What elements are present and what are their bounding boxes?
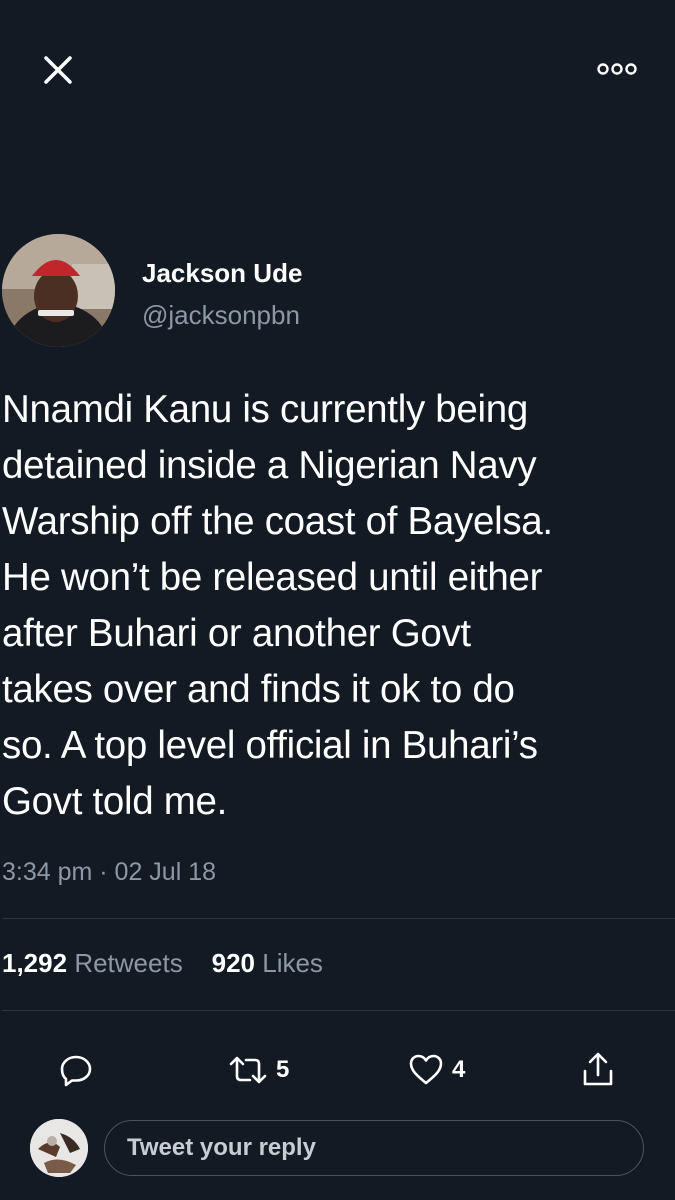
heart-icon — [408, 1052, 444, 1088]
more-options-icon — [597, 63, 637, 75]
retweet-icon — [228, 1052, 268, 1088]
retweets-label: Retweets — [74, 948, 183, 978]
share-button[interactable] — [580, 1042, 616, 1098]
user-avatar[interactable] — [30, 1119, 88, 1177]
author-handle[interactable]: @jacksonpbn — [142, 300, 300, 331]
tweet-text-line: takes over and finds it ok to do — [2, 668, 515, 711]
retweets-count: 1,292 — [2, 948, 68, 978]
author-avatar[interactable] — [2, 234, 115, 347]
share-icon — [580, 1051, 616, 1089]
close-icon — [44, 56, 72, 84]
divider — [2, 918, 675, 919]
author-name[interactable]: Jackson Ude — [142, 258, 302, 289]
top-bar — [0, 0, 675, 140]
like-button[interactable]: 4 — [408, 1042, 465, 1098]
tweet-text-line: Warship off the coast of Bayelsa. — [2, 500, 553, 543]
tweet-text-line: detained inside a Nigerian Navy — [2, 444, 537, 487]
tweet-text: Nnamdi Kanu is currently being detained … — [2, 382, 675, 830]
likes-label: Likes — [262, 948, 323, 978]
reply-composer: Tweet your reply — [0, 1112, 675, 1192]
tweet-timestamp[interactable]: 3:34 pm · 02 Jul 18 — [2, 858, 216, 887]
tweet-text-line: Govt told me. — [2, 780, 228, 823]
reply-icon — [58, 1052, 94, 1088]
retweet-count: 5 — [276, 1056, 290, 1083]
more-options-button[interactable] — [596, 58, 638, 80]
likes-stat[interactable]: 920 Likes — [212, 948, 323, 978]
close-button[interactable] — [38, 50, 78, 90]
tweet-stats: 1,292 Retweets 920 Likes — [2, 948, 323, 979]
tweet-text-line: Nnamdi Kanu is currently being — [2, 388, 528, 431]
tweet-text-line: after Buhari or another Govt — [2, 612, 471, 655]
divider — [2, 1010, 675, 1011]
like-count: 4 — [452, 1056, 466, 1083]
retweet-button[interactable]: 5 — [228, 1042, 289, 1098]
reply-button[interactable] — [58, 1042, 94, 1098]
tweet-text-line: He won’t be released until either — [2, 556, 543, 599]
retweets-stat[interactable]: 1,292 Retweets — [2, 948, 183, 978]
tweet-text-line: so. A top level official in Buhari’s — [2, 724, 538, 767]
likes-count: 920 — [211, 948, 255, 978]
tweet-author: Jackson Ude @jacksonpbn — [0, 228, 675, 353]
action-bar: 5 4 — [0, 1042, 675, 1098]
reply-input[interactable]: Tweet your reply — [104, 1120, 644, 1176]
